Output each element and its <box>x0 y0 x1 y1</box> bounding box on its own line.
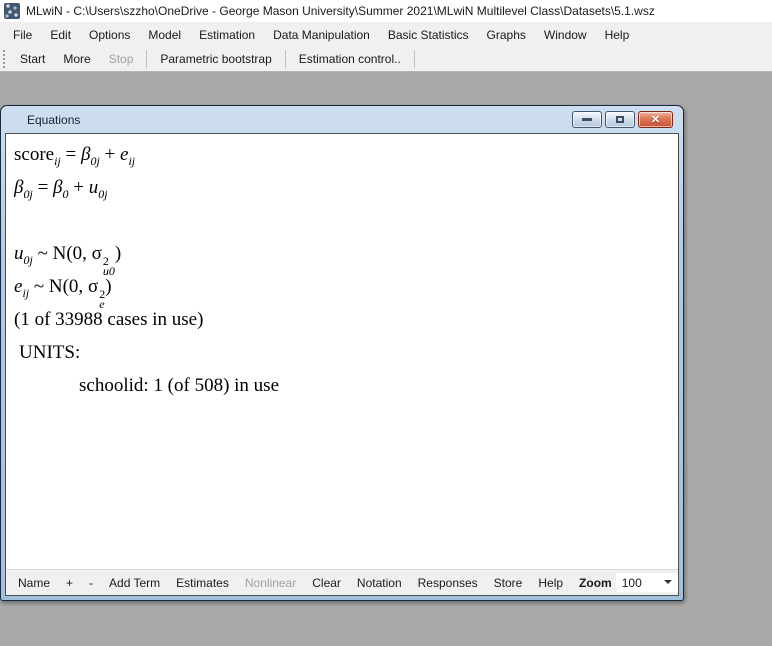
equation-line-level2[interactable]: β0j = β0 + u0j <box>14 171 678 204</box>
toolbar-separator <box>414 50 415 68</box>
menu-options[interactable]: Options <box>80 24 139 46</box>
menu-window[interactable]: Window <box>535 24 596 46</box>
menu-estimation[interactable]: Estimation <box>190 24 264 46</box>
maximize-button[interactable] <box>605 111 635 128</box>
maximize-icon <box>616 116 624 123</box>
menu-edit[interactable]: Edit <box>41 24 80 46</box>
add-level-button[interactable]: + <box>58 573 81 593</box>
close-button[interactable]: ✕ <box>638 111 673 128</box>
equation-line-u-distribution[interactable]: u0j ~ N(0, σ2u0) <box>14 237 678 270</box>
store-button[interactable]: Store <box>486 573 531 593</box>
help-button[interactable]: Help <box>530 573 571 593</box>
mlwin-app-icon <box>4 3 20 19</box>
minimize-icon <box>582 118 592 121</box>
parametric-bootstrap-button[interactable]: Parametric bootstrap <box>151 49 280 69</box>
mdi-workspace: Equations ✕ scoreij = β0j + eij β0j = β0… <box>0 72 772 646</box>
name-button[interactable]: Name <box>10 573 58 593</box>
menu-model[interactable]: Model <box>139 24 190 46</box>
notation-button[interactable]: Notation <box>349 573 410 593</box>
zoom-dropdown[interactable]: 100 <box>616 573 678 592</box>
minimize-button[interactable] <box>572 111 602 128</box>
toolbar-separator <box>285 50 286 68</box>
toolbar-grip-handle[interactable] <box>3 50 7 68</box>
units-label: UNITS: <box>14 336 678 369</box>
menu-basic-statistics[interactable]: Basic Statistics <box>379 24 478 46</box>
menu-graphs[interactable]: Graphs <box>478 24 535 46</box>
stop-button[interactable]: Stop <box>100 49 143 69</box>
close-icon: ✕ <box>651 113 660 126</box>
toolbar-separator <box>146 50 147 68</box>
responses-button[interactable]: Responses <box>410 573 486 593</box>
menubar: File Edit Options Model Estimation Data … <box>0 22 772 47</box>
equation-blank-line <box>14 204 678 237</box>
estimation-toolbar: Start More Stop Parametric bootstrap Est… <box>0 47 772 72</box>
equations-window: Equations ✕ scoreij = β0j + eij β0j = β0… <box>0 105 684 601</box>
nonlinear-button[interactable]: Nonlinear <box>237 573 304 593</box>
equations-window-client: scoreij = β0j + eij β0j = β0 + u0j u0j ~… <box>5 133 679 596</box>
zoom-value: 100 <box>622 576 642 590</box>
clear-button[interactable]: Clear <box>304 573 349 593</box>
units-schoolid-detail: schoolid: 1 (of 508) in use <box>14 369 678 402</box>
estimation-control-button[interactable]: Estimation control.. <box>290 49 410 69</box>
equations-display-area: scoreij = β0j + eij β0j = β0 + u0j u0j ~… <box>6 134 678 569</box>
dropdown-arrow-icon <box>664 580 672 584</box>
window-controls: ✕ <box>572 111 673 128</box>
add-term-button[interactable]: Add Term <box>101 573 168 593</box>
menu-data-manipulation[interactable]: Data Manipulation <box>264 24 379 46</box>
equations-window-titlebar[interactable]: Equations ✕ <box>5 106 679 133</box>
app-titlebar[interactable]: MLwiN - C:\Users\szzho\OneDrive - George… <box>0 0 772 22</box>
equations-window-title: Equations <box>27 113 80 127</box>
zoom-label: Zoom <box>571 573 616 593</box>
equations-bottom-toolbar: Name + - Add Term Estimates Nonlinear Cl… <box>6 569 678 595</box>
remove-level-button[interactable]: - <box>81 573 101 593</box>
menu-file[interactable]: File <box>4 24 41 46</box>
equation-line-level1[interactable]: scoreij = β0j + eij <box>14 138 678 171</box>
cases-in-use-note: (1 of 33988 cases in use) <box>14 303 678 336</box>
start-button[interactable]: Start <box>11 49 54 69</box>
menu-help[interactable]: Help <box>596 24 639 46</box>
estimates-button[interactable]: Estimates <box>168 573 237 593</box>
more-button[interactable]: More <box>54 49 99 69</box>
app-title: MLwiN - C:\Users\szzho\OneDrive - George… <box>26 4 655 18</box>
